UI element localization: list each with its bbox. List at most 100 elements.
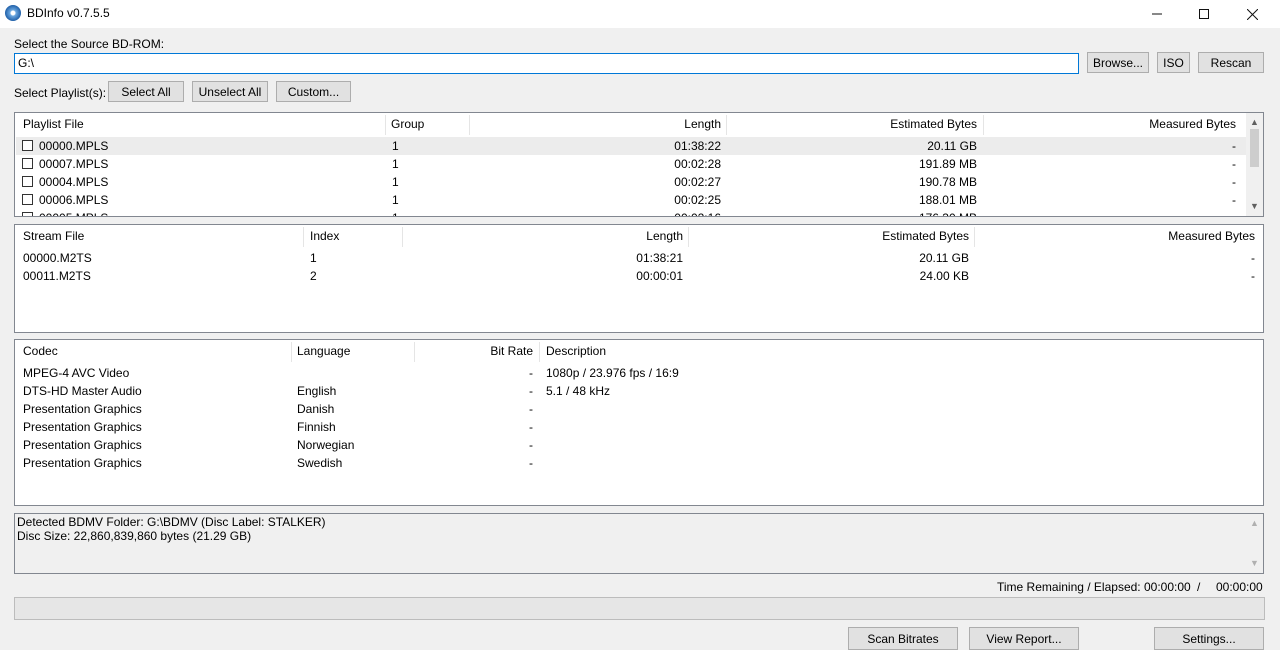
stream-index: 2 [310,269,317,283]
playlist-length: 00:02:16 [469,209,721,216]
col-index[interactable]: Index [310,225,339,247]
minimize-button[interactable] [1134,0,1180,28]
codec-description: 1080p / 23.976 fps / 16:9 [546,366,679,380]
stream-length: 01:38:21 [636,251,683,265]
playlist-estimated-bytes: 190.78 MB [918,175,977,189]
column-divider[interactable] [303,227,304,247]
playlist-scrollbar[interactable]: ▲ ▼ [1246,113,1263,216]
playlist-file: 00004.MPLS [39,175,109,189]
stream-length: 00:00:01 [636,269,683,283]
browse-button[interactable]: Browse... [1087,52,1149,73]
stream-file: 00011.M2TS [23,269,91,283]
scrollbar-thumb[interactable] [1250,129,1259,167]
playlist-group: 1 [392,175,399,189]
playlist-group: 1 [392,157,399,171]
minimize-icon [1152,13,1162,15]
codec-language: Danish [297,402,335,416]
rescan-button[interactable]: Rescan [1198,52,1264,73]
playlist-checkbox[interactable] [22,176,33,187]
title-bar [0,0,1280,28]
col-language[interactable]: Language [297,340,350,362]
time-remaining-label: Time Remaining / Elapsed: [997,580,1141,594]
column-divider[interactable] [539,342,540,362]
codec-description: 5.1 / 48 kHz [546,384,611,398]
scroll-up-icon[interactable]: ▲ [1250,519,1259,528]
col-measured-bytes[interactable]: Measured Bytes [974,225,1255,247]
col-measured-bytes[interactable]: Measured Bytes [983,113,1236,135]
maximize-icon [1199,9,1209,19]
scroll-down-icon[interactable]: ▼ [1250,202,1259,211]
playlist-measured-bytes: - [983,209,1236,216]
col-length[interactable]: Length [402,225,683,247]
window-title: BDInfo v0.7.5.5 [27,6,110,20]
unselect-all-button[interactable]: Unselect All [192,81,268,102]
col-bit-rate[interactable]: Bit Rate [414,340,533,362]
playlist-checkbox[interactable] [22,140,33,151]
codec-language: English [297,384,337,398]
col-length[interactable]: Length [469,113,721,135]
playlist-estimated-bytes: 176.30 MB [726,209,977,216]
view-report-button[interactable]: View Report... [969,627,1079,650]
playlist-measured-bytes: - [1232,193,1236,207]
playlist-length: 01:38:22 [674,139,721,153]
codec-name: Presentation Graphics [23,438,142,452]
stream-estimated-bytes: 24.00 KB [919,269,969,283]
source-path-input[interactable]: G:\ [14,53,1079,74]
time-remaining-value: 00:00:00 [1144,580,1191,594]
codec-name: Presentation Graphics [23,456,142,470]
playlist-estimated-bytes: 191.89 MB [918,157,977,171]
playlist-file: 00000.MPLS [39,139,109,153]
playlist-group: 1 [392,139,399,153]
maximize-button[interactable] [1181,0,1227,28]
codec-bitrate: - [529,384,533,398]
col-estimated-bytes[interactable]: Estimated Bytes [726,113,977,135]
playlist-file: 00005.MPLS [39,209,108,216]
close-button[interactable] [1229,0,1275,28]
col-playlist-file[interactable]: Playlist File [23,113,84,135]
playlist-length: 00:02:25 [674,193,721,207]
codec-bitrate: - [529,456,533,470]
col-group[interactable]: Group [391,113,424,135]
status-textbox[interactable]: Detected BDMV Folder: G:\BDMV (Disc Labe… [14,513,1264,574]
select-all-button[interactable]: Select All [108,81,184,102]
codec-name: DTS-HD Master Audio [23,384,142,398]
playlist-group: 1 [392,193,399,207]
stream-measured-bytes: - [1251,269,1255,283]
scan-bitrates-button[interactable]: Scan Bitrates [848,627,958,650]
playlist-length: 00:02:28 [674,157,721,171]
bdinfo-app-icon [5,5,21,21]
settings-button[interactable]: Settings... [1154,627,1264,650]
codec-table: Codec Language Bit Rate Description MPEG… [14,339,1264,506]
scroll-up-icon[interactable]: ▲ [1250,118,1259,127]
iso-button[interactable]: ISO [1157,52,1190,73]
stream-index: 1 [310,251,317,265]
status-scrollbar[interactable]: ▲ ▼ [1246,514,1263,573]
select-playlists-label: Select Playlist(s): [14,86,107,100]
stream-file: 00000.M2TS [23,251,92,265]
playlist-checkbox[interactable] [22,194,33,205]
codec-language: Norwegian [297,438,355,452]
playlist-length: 00:02:27 [674,175,721,189]
col-description[interactable]: Description [546,340,606,362]
custom-button[interactable]: Custom... [276,81,351,102]
playlist-checkbox[interactable] [22,212,33,216]
col-estimated-bytes[interactable]: Estimated Bytes [688,225,969,247]
codec-bitrate: - [529,402,533,416]
status-disc-size: Disc Size: 22,860,839,860 bytes (21.29 G… [17,529,252,543]
scan-progress-bar [14,597,1265,620]
playlist-checkbox[interactable] [22,158,33,169]
col-stream-file[interactable]: Stream File [23,225,84,247]
source-label: Select the Source BD-ROM: [14,37,165,51]
column-divider[interactable] [385,115,386,135]
codec-name: MPEG-4 AVC Video [23,366,130,380]
playlist-measured-bytes: - [1232,157,1236,171]
col-codec[interactable]: Codec [23,340,58,362]
column-divider[interactable] [291,342,292,362]
playlist-group: 1 [392,209,399,216]
playlist-estimated-bytes: 20.11 GB [927,139,977,153]
codec-bitrate: - [529,438,533,452]
codec-bitrate: - [529,366,533,380]
scroll-down-icon[interactable]: ▼ [1250,559,1259,568]
codec-name: Presentation Graphics [23,402,142,416]
playlist-file: 00007.MPLS [39,157,109,171]
